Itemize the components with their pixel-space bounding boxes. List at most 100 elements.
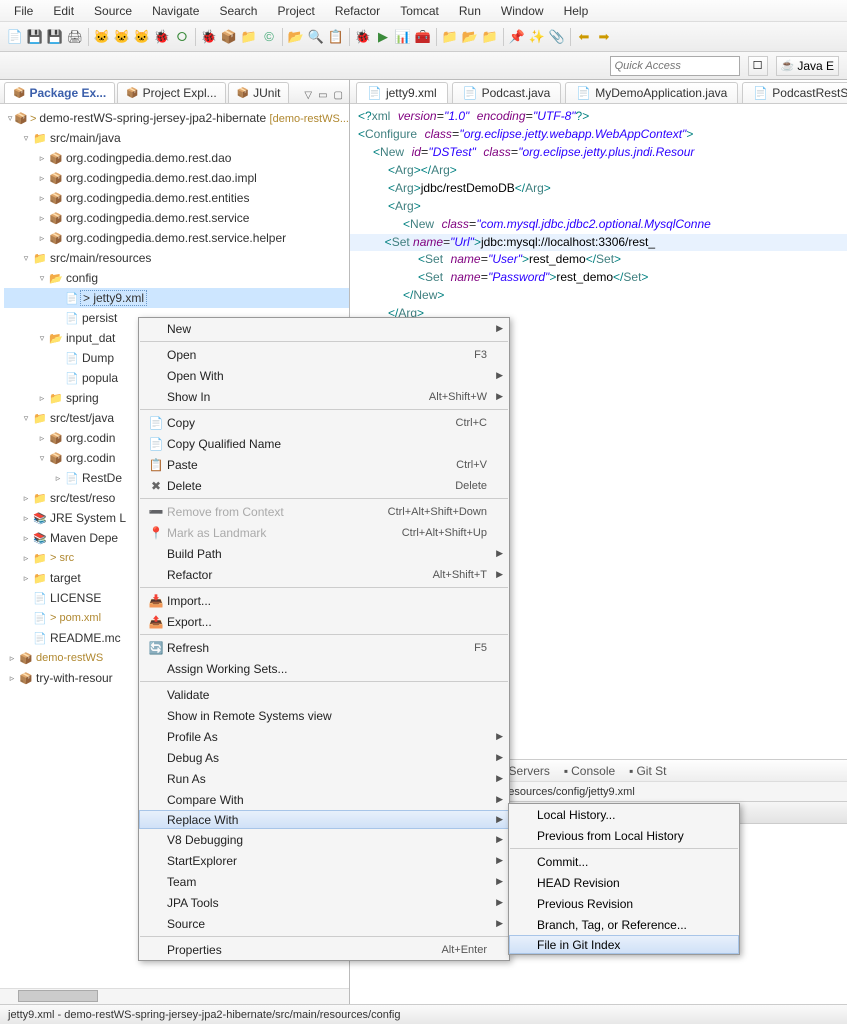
folder1-icon[interactable]: 📁 xyxy=(441,28,459,46)
menu-item[interactable]: Replace With▶ xyxy=(139,810,509,829)
menu-item[interactable]: 🔄RefreshF5 xyxy=(139,637,509,658)
quick-access-input[interactable] xyxy=(610,56,740,76)
new-class-icon[interactable]: © xyxy=(260,28,278,46)
config-folder[interactable]: config xyxy=(64,271,98,285)
menu-item[interactable]: Build Path▶ xyxy=(139,543,509,564)
menu-item[interactable]: Team▶ xyxy=(139,871,509,892)
editor-tab[interactable]: 📄jetty9.xml xyxy=(356,82,448,103)
src-main-resources[interactable]: src/main/resources xyxy=(48,251,151,265)
pkg-test2[interactable]: org.codin xyxy=(64,451,115,465)
pkg-service-helper[interactable]: org.codingpedia.demo.rest.service.helper xyxy=(64,231,286,245)
folder3-icon[interactable]: 📁 xyxy=(481,28,499,46)
editor-tab[interactable]: 📄MyDemoApplication.java xyxy=(565,82,738,103)
maven-deps[interactable]: Maven Depe xyxy=(48,531,118,545)
menu-source[interactable]: Source xyxy=(84,2,142,20)
maximize-icon[interactable]: ▢ xyxy=(332,88,345,103)
menu-edit[interactable]: Edit xyxy=(43,2,84,20)
demo-restws-project[interactable]: demo-restWS xyxy=(34,652,103,664)
save-icon[interactable]: 💾 xyxy=(26,28,44,46)
wand-icon[interactable]: ✨ xyxy=(528,28,546,46)
menu-item[interactable]: JPA Tools▶ xyxy=(139,892,509,913)
menu-project[interactable]: Project xyxy=(267,2,324,20)
menu-item[interactable]: Show InAlt+Shift+W▶ xyxy=(139,386,509,407)
editor-tab[interactable]: 📄PodcastRestS xyxy=(742,82,847,103)
menu-item[interactable]: ✖DeleteDelete xyxy=(139,475,509,496)
folder2-icon[interactable]: 📂 xyxy=(461,28,479,46)
menu-item[interactable]: V8 Debugging▶ xyxy=(139,829,509,850)
menu-run[interactable]: Run xyxy=(449,2,491,20)
menu-item[interactable]: Open With▶ xyxy=(139,365,509,386)
pkg-test1[interactable]: org.codin xyxy=(64,431,115,445)
minimize-icon[interactable]: ▭ xyxy=(316,88,329,103)
bottom-tab[interactable]: ▪Console xyxy=(564,764,615,778)
target-folder[interactable]: target xyxy=(48,571,81,585)
bottom-tab[interactable]: ▪Git St xyxy=(629,764,666,778)
src-test-resources[interactable]: src/test/reso xyxy=(48,491,115,505)
menu-tomcat[interactable]: Tomcat xyxy=(390,2,449,20)
menu-file[interactable]: File xyxy=(4,2,43,20)
save-all-icon[interactable]: 💾 xyxy=(46,28,64,46)
clips-icon[interactable]: 📎 xyxy=(548,28,566,46)
readme-file[interactable]: README.mc xyxy=(48,631,121,645)
run-icon[interactable]: ▶ xyxy=(374,28,392,46)
menu-item[interactable]: HEAD Revision xyxy=(509,872,739,893)
try-with-project[interactable]: try-with-resour xyxy=(34,671,113,685)
pkg-entities[interactable]: org.codingpedia.demo.rest.entities xyxy=(64,191,249,205)
menu-item[interactable]: Show in Remote Systems view xyxy=(139,705,509,726)
pin-icon[interactable]: 📌 xyxy=(508,28,526,46)
jre-library[interactable]: JRE System L xyxy=(48,511,126,525)
replace-with-submenu[interactable]: Local History...Previous from Local Hist… xyxy=(508,803,740,955)
menu-item[interactable]: PropertiesAlt+Enter xyxy=(139,939,509,960)
fwd-icon[interactable]: ➡ xyxy=(595,28,613,46)
menu-item[interactable]: 📄Copy Qualified Name xyxy=(139,433,509,454)
menu-item[interactable]: Validate xyxy=(139,684,509,705)
dump-file[interactable]: Dump xyxy=(80,351,114,365)
print-icon[interactable]: 🖨 xyxy=(66,28,84,46)
input-data-folder[interactable]: input_dat xyxy=(64,331,115,345)
menu-item[interactable]: Local History... xyxy=(509,804,739,825)
menu-item[interactable]: New▶ xyxy=(139,318,509,339)
menu-item[interactable]: Branch, Tag, or Reference... xyxy=(509,914,739,935)
menu-item[interactable]: OpenF3 xyxy=(139,344,509,365)
persist-file[interactable]: persist xyxy=(80,311,117,325)
license-file[interactable]: LICENSE xyxy=(48,591,101,605)
new-icon[interactable]: 📄 xyxy=(6,28,24,46)
ext-tools-icon[interactable]: 🧰 xyxy=(414,28,432,46)
new-pkg-icon[interactable]: 📁 xyxy=(240,28,258,46)
build-icon[interactable]: 📦 xyxy=(220,28,238,46)
menu-help[interactable]: Help xyxy=(554,2,599,20)
tree-hscrollbar[interactable] xyxy=(0,988,349,1004)
menu-item[interactable]: Assign Working Sets... xyxy=(139,658,509,679)
jetty9-xml-file[interactable]: 📄> jetty9.xml xyxy=(4,288,349,308)
menu-item[interactable]: Debug As▶ xyxy=(139,747,509,768)
menu-item[interactable]: RefactorAlt+Shift+T▶ xyxy=(139,564,509,585)
back-icon[interactable]: ⬅ xyxy=(575,28,593,46)
tomcat-start-icon[interactable]: 🐱 xyxy=(93,28,111,46)
open-type-icon[interactable]: 📂 xyxy=(287,28,305,46)
tomcat-restart-icon[interactable]: 🐱 xyxy=(133,28,151,46)
menu-item[interactable]: Run As▶ xyxy=(139,768,509,789)
bug-icon[interactable]: 🐞 xyxy=(153,28,171,46)
menu-navigate[interactable]: Navigate xyxy=(142,2,209,20)
menu-window[interactable]: Window xyxy=(491,2,554,20)
view-menu-icon[interactable]: ▽ xyxy=(302,88,314,103)
pkg-service[interactable]: org.codingpedia.demo.rest.service xyxy=(64,211,249,225)
profile-icon[interactable]: 📊 xyxy=(394,28,412,46)
menu-item[interactable]: Commit... xyxy=(509,851,739,872)
pkg-dao-impl[interactable]: org.codingpedia.demo.rest.dao.impl xyxy=(64,171,257,185)
menu-item[interactable]: 📋PasteCtrl+V xyxy=(139,454,509,475)
open-perspective-icon[interactable]: ☐ xyxy=(748,56,768,76)
search-icon[interactable]: 🔍 xyxy=(307,28,325,46)
menu-refactor[interactable]: Refactor xyxy=(325,2,390,20)
popula-file[interactable]: popula xyxy=(80,371,118,385)
menu-search[interactable]: Search xyxy=(209,2,267,20)
spring-folder[interactable]: spring xyxy=(64,391,99,405)
context-menu[interactable]: New▶ OpenF3Open With▶Show InAlt+Shift+W▶ 📄… xyxy=(138,317,510,961)
menu-item[interactable]: Profile As▶ xyxy=(139,726,509,747)
menu-item[interactable]: Previous from Local History xyxy=(509,825,739,846)
src-main-java[interactable]: src/main/java xyxy=(48,131,121,145)
debug-icon[interactable]: 🐞 xyxy=(200,28,218,46)
run-circle-icon[interactable]: ⭘ xyxy=(173,28,191,46)
src-folder[interactable]: > src xyxy=(48,552,74,564)
view-tab[interactable]: 📦Package Ex... xyxy=(4,82,115,103)
